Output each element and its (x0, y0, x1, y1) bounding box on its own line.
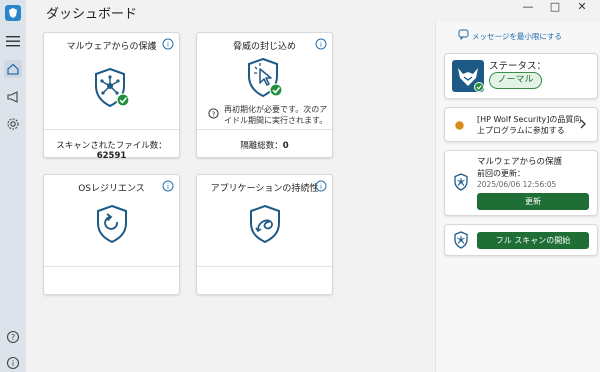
app-persistence-shield-icon (249, 204, 280, 244)
card-title: 脅威の封じ込め (232, 42, 296, 52)
nav-megaphone-icon[interactable] (4, 88, 22, 106)
program-text-line1: [HP Wolf Security]の品質向 (477, 115, 582, 124)
status-label: ステータス： (489, 61, 547, 72)
app-persistence-card[interactable]: アプリケーションの持続性 i (196, 174, 333, 295)
svg-text:?: ? (11, 333, 15, 342)
wolf-logo-icon (452, 60, 484, 92)
card-title: マルウェアからの保護 (66, 42, 157, 52)
info-icon[interactable]: i (162, 180, 174, 192)
svg-text:i: i (167, 41, 169, 49)
app-logo-icon (4, 4, 22, 22)
minimize-button[interactable]: — (514, 0, 542, 14)
nav-gear-icon[interactable] (4, 115, 22, 133)
info-icon[interactable]: i (315, 180, 327, 192)
nav-rail: ? i (0, 0, 26, 372)
svg-text:i: i (320, 183, 322, 191)
nav-home-icon[interactable] (4, 60, 22, 78)
svg-text:i: i (320, 41, 322, 49)
page-title: ダッシュボード (46, 7, 138, 22)
malware-protection-card[interactable]: マルウェアからの保護 i スキャンされたファイル数：62591 (43, 32, 180, 161)
card-title: OSレジリエンス (78, 184, 145, 194)
info-icon[interactable]: i (162, 38, 174, 50)
info-nav-icon[interactable]: i (4, 354, 22, 372)
card-divider (44, 129, 179, 130)
hamburger-menu-icon[interactable] (4, 32, 22, 50)
info-icon[interactable]: i (315, 38, 327, 50)
maximize-button[interactable]: □ (541, 0, 569, 14)
card-divider (44, 266, 179, 267)
svg-text:i: i (167, 183, 169, 191)
scanned-files-count: スキャンされたファイル数：62591 (56, 141, 167, 161)
help-icon[interactable]: ? (4, 328, 22, 346)
reinit-notice-line1: 再初期化が必要です。次のア (224, 105, 328, 114)
reinit-notice-line2: イドル期間に実行されます。 (224, 116, 328, 125)
message-icon (458, 29, 469, 40)
threat-containment-card[interactable]: 脅威の封じ込め i ? 再初期化が必要です。次のア イドル期間に実行されます。 … (196, 32, 333, 158)
os-resilience-shield-icon (96, 204, 127, 244)
svg-text:i: i (12, 359, 14, 368)
update-button[interactable]: 更新 (477, 193, 589, 210)
program-text-line2: 上プログラムに参加する (477, 126, 565, 135)
malware-shield-small-icon (454, 173, 468, 191)
svg-text:?: ? (212, 111, 216, 119)
card-divider (197, 129, 332, 130)
card-title: アプリケーションの持続性 (210, 184, 319, 194)
status-badge: ノーマル (489, 72, 542, 89)
malware-protection-title: マルウェアからの保護 (477, 157, 563, 167)
threat-shield-icon (247, 57, 283, 98)
program-dot-icon (455, 121, 464, 130)
malware-shield-icon (94, 67, 130, 108)
full-scan-button[interactable]: フル スキャンの開始 (477, 232, 589, 249)
quarantine-total: 隔離総数：0 (240, 141, 289, 151)
chevron-right-icon[interactable] (579, 119, 587, 129)
last-update-timestamp: 2025/06/06 12:56:05 (477, 180, 557, 189)
question-icon: ? (208, 108, 219, 119)
close-button[interactable]: ✕ (568, 0, 596, 14)
scan-shield-icon (454, 231, 468, 249)
minimize-messages-link[interactable]: メッセージを最小限にする (472, 31, 562, 42)
last-update-label: 前回の更新： (477, 169, 525, 178)
card-divider (197, 266, 332, 267)
os-resilience-card[interactable]: OSレジリエンス i (43, 174, 180, 295)
